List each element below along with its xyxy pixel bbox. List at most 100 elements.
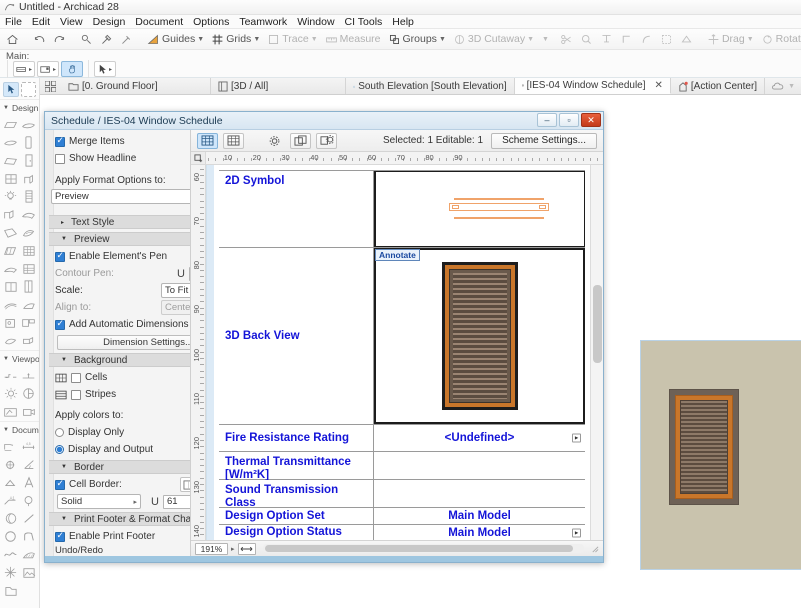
row-value-fire-rating[interactable]: <Undefined> ▸ (374, 425, 585, 451)
curve-button[interactable] (637, 32, 656, 47)
figure-tool-icon[interactable] (20, 564, 37, 581)
cell-dropdown-arrow-icon[interactable]: ▸ (572, 433, 581, 443)
apply-format-select[interactable]: Preview ▼ (51, 189, 190, 204)
annotate-tag[interactable]: Annotate (375, 249, 420, 261)
scrollbar-thumb[interactable] (264, 545, 574, 552)
marquee-tool-icon[interactable] (21, 82, 36, 97)
close-button[interactable]: ✕ (581, 113, 601, 127)
scissors-button[interactable] (557, 32, 576, 47)
display-and-output-row[interactable]: Display and Output (49, 441, 190, 458)
skylight-tool-icon[interactable] (2, 260, 19, 277)
hotspot-tool-icon[interactable] (2, 564, 19, 581)
cell-border-checkbox[interactable] (55, 478, 65, 490)
duplicate-button[interactable] (290, 132, 311, 149)
chevron-down-icon[interactable]: ▼ (439, 36, 446, 43)
dialog-titlebar[interactable]: Schedule / IES-04 Window Schedule – ▫ ✕ (45, 112, 603, 130)
canvas-horizontal-scrollbar[interactable] (262, 544, 584, 553)
row-value-3d-view[interactable]: Annotate (374, 248, 585, 424)
schedule-canvas[interactable]: 2D Symbol 3D Back View Annotate Fire Res… (206, 165, 590, 540)
roof-tool-icon[interactable] (2, 134, 19, 151)
cells-checkbox[interactable] (71, 372, 81, 383)
table-row[interactable]: 3D Back View Annotate (219, 248, 585, 425)
display-only-radio[interactable] (55, 428, 64, 437)
chevron-down-icon[interactable]: ▼ (311, 36, 318, 43)
row-value-sound-transmission[interactable] (374, 480, 585, 507)
morph-tool-icon[interactable] (20, 224, 37, 241)
zoom-level-input[interactable]: 191% (195, 542, 228, 555)
menu-help[interactable]: Help (387, 15, 419, 29)
railing-tool-icon[interactable] (2, 206, 19, 223)
fit-to-window-button[interactable] (237, 542, 256, 555)
add-auto-dimensions-checkbox[interactable] (55, 318, 65, 330)
syringe-button[interactable] (117, 32, 136, 47)
adjust-button[interactable] (657, 32, 676, 47)
redo-button[interactable] (50, 32, 69, 47)
magic-wand-button[interactable] (77, 32, 96, 47)
groups-button[interactable]: Groups ▼ (385, 32, 449, 47)
tab-window-schedule[interactable]: [IES-04 Window Schedule] ✕ (514, 78, 671, 94)
circle-tool-icon[interactable] (2, 528, 19, 545)
print-footer-group[interactable]: ▼ Print Footer & Format Change (49, 512, 190, 526)
mesh-tool-icon[interactable] (20, 206, 37, 223)
merge-items-row[interactable]: Merge Items (49, 133, 190, 150)
slab-tool-button[interactable]: ▸ (37, 61, 60, 77)
corner-button[interactable] (617, 32, 636, 47)
border-outer-button[interactable] (180, 477, 190, 492)
extrude-icon[interactable] (20, 332, 37, 349)
menu-window[interactable]: Window (292, 15, 339, 29)
resize-grip-icon[interactable] (591, 545, 599, 553)
table-row[interactable]: 2D Symbol (219, 170, 585, 248)
home-button[interactable] (3, 32, 22, 47)
toolbox-section-document[interactable]: ▼ Document (0, 421, 39, 437)
tab-action-center[interactable]: [Action Center] (671, 78, 766, 94)
text-tool-icon[interactable] (20, 474, 37, 491)
worksheet-tool-icon[interactable] (20, 385, 37, 402)
canvas-vertical-scrollbar[interactable] (590, 165, 603, 540)
show-headline-row[interactable]: Show Headline Edit... (49, 150, 190, 167)
corner-window-icon[interactable] (2, 296, 19, 313)
beam-tool-icon[interactable] (2, 152, 19, 169)
undo-button[interactable] (30, 32, 49, 47)
merge-items-checkbox[interactable] (55, 135, 65, 147)
door-tool-icon[interactable] (20, 152, 37, 169)
camera-tool-icon[interactable] (2, 403, 19, 420)
menu-edit[interactable]: Edit (27, 15, 55, 29)
arc-tool-icon[interactable] (20, 528, 37, 545)
lamp-tool-icon[interactable] (2, 188, 19, 205)
chevron-down-icon[interactable]: ▼ (788, 83, 795, 90)
enable-element-pen-checkbox[interactable] (55, 250, 65, 262)
grids-button[interactable]: Grids ▼ (208, 32, 263, 47)
menu-view[interactable]: View (55, 15, 88, 29)
stair-tool-icon[interactable] (20, 188, 37, 205)
column-tool-icon[interactable] (20, 134, 37, 151)
tab-ground-floor[interactable]: [0. Ground Floor] (61, 78, 211, 94)
row-value-design-option-set[interactable]: Main Model (374, 508, 585, 524)
elevate-button[interactable] (597, 32, 616, 47)
arrow-tool-icon[interactable] (3, 82, 20, 97)
row-value-thermal-transmittance[interactable] (374, 452, 585, 479)
table-row[interactable]: Design Option Set Main Model (219, 508, 585, 525)
zone-tool-icon[interactable] (2, 224, 19, 241)
drawing-tool-icon[interactable] (2, 582, 19, 599)
close-icon[interactable]: ✕ (655, 80, 663, 91)
cell-dropdown-arrow-icon[interactable]: ▸ (572, 528, 581, 537)
hand-tool-button[interactable] (61, 61, 84, 77)
tab-layout-toggle[interactable] (40, 78, 61, 94)
chevron-right-icon[interactable]: ▸ (53, 66, 56, 73)
chevron-right-icon[interactable]: ▸ (109, 66, 112, 73)
eyedropper-button[interactable] (97, 32, 116, 47)
drag-button[interactable]: Drag ▼ (704, 32, 757, 47)
rotate-button[interactable]: Rotate ▼ (758, 32, 801, 47)
toolbar-overflow-caret[interactable]: ▼ (542, 36, 549, 43)
vertical-ruler[interactable]: 60 70 80 90 100 110 120 130 140 (191, 165, 206, 540)
menu-document[interactable]: Document (130, 15, 188, 29)
tabbar-right-controls[interactable]: ▼ (765, 78, 801, 94)
enable-print-footer-checkbox[interactable] (55, 530, 65, 542)
chevron-down-icon[interactable]: ▼ (253, 36, 260, 43)
scale-select[interactable]: To Fit (≤ 1:50) ▼ (161, 283, 190, 298)
element-settings-button[interactable] (316, 132, 337, 149)
linear-dim-icon[interactable]: 4,5 (20, 438, 37, 455)
fill-tool-icon[interactable] (2, 510, 19, 527)
line-tool-icon[interactable] (20, 510, 37, 527)
interior-elevation-icon[interactable] (20, 403, 37, 420)
